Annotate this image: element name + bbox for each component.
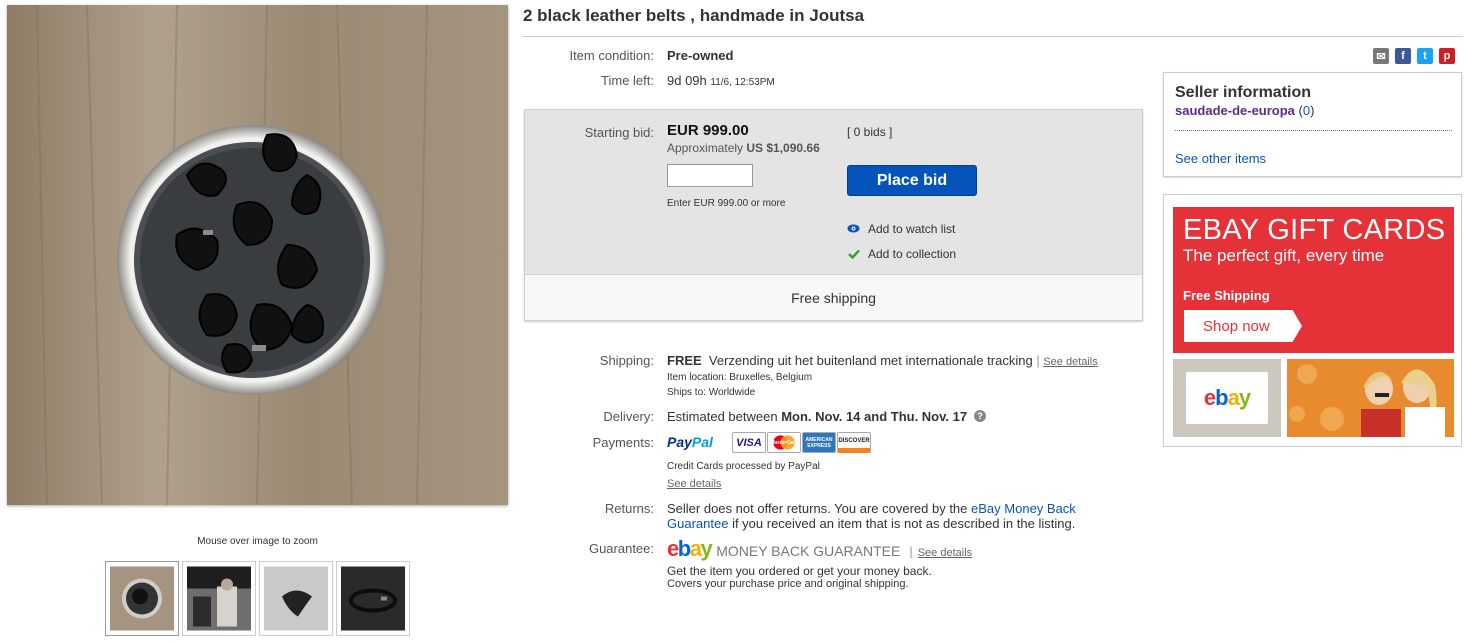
add-to-collection-link[interactable]: Add to collection (868, 247, 956, 261)
gift-card-ad[interactable]: EBAY GIFT CARDS The perfect gift, every … (1163, 194, 1462, 447)
mastercard-card-icon: MasterCard (767, 432, 801, 453)
ad-free-shipping: Free Shipping (1183, 288, 1270, 303)
add-to-watch-list-link[interactable]: Add to watch list (868, 222, 955, 236)
payments-see-details-link[interactable]: See details (667, 478, 721, 490)
approx-prefix: Approximately (667, 141, 744, 155)
paypal-pal: Pal (691, 434, 713, 450)
money-back-link-a[interactable]: eBay Money Back (971, 501, 1076, 516)
email-icon[interactable]: ✉ (1373, 48, 1389, 64)
ad-banner: EBAY GIFT CARDS The perfect gift, every … (1173, 207, 1454, 353)
pinterest-icon[interactable]: p (1439, 48, 1455, 64)
feedback-close: ) (1310, 103, 1315, 118)
guarantee-line-1: Get the item you ordered or get your mon… (667, 564, 932, 578)
ships-to: Ships to: Worldwide (667, 387, 756, 398)
paypal-logo: PayPal (667, 434, 713, 450)
friends-photo (1287, 359, 1454, 437)
shipping-label: Shipping: (599, 353, 654, 368)
end-time: 11/6, 12:53PM (710, 77, 775, 88)
time-left-label: Time left: (601, 73, 654, 88)
shipping-separator: | (1036, 353, 1040, 368)
zoom-hint: Mouse over image to zoom (197, 536, 318, 547)
bid-amount-input[interactable] (667, 164, 753, 187)
eye-icon (847, 224, 860, 233)
condition-value: Pre-owned (667, 48, 734, 63)
ad-headline: EBAY GIFT CARDS (1183, 214, 1446, 246)
delivery-label: Delivery: (603, 409, 654, 424)
thumbnail-2[interactable] (182, 561, 256, 636)
item-title: 2 black leather belts , handmade in Jout… (523, 6, 865, 25)
thumbnail-4[interactable] (336, 561, 410, 636)
mastercard-label: MasterCard (770, 439, 798, 446)
shipping-free: FREE (667, 353, 702, 368)
discover-card-icon: DISCOVER (837, 432, 871, 453)
help-icon[interactable]: ? (974, 410, 986, 422)
facebook-icon[interactable]: f (1395, 48, 1411, 64)
guarantee-separator: | (909, 544, 913, 559)
shipping-see-details-link[interactable]: See details (1043, 356, 1097, 368)
starting-bid-amount: EUR 999.00 (667, 122, 749, 139)
paypal-pay: Pay (667, 434, 692, 450)
bids-count-link[interactable]: [ 0 bids ] (847, 125, 892, 139)
visa-card-icon: VISA (732, 432, 766, 453)
time-left-value: 9d 09h (667, 73, 707, 88)
starting-bid-label: Starting bid: (584, 125, 654, 140)
condition-label: Item condition: (569, 48, 654, 63)
see-other-items-link[interactable]: See other items (1175, 151, 1266, 166)
thumbnail-3[interactable] (259, 561, 333, 636)
shipping-service: Verzending uit het buitenland met intern… (708, 353, 1033, 368)
title-divider (523, 36, 1463, 37)
shop-now-button[interactable]: Shop now (1184, 310, 1302, 342)
enter-bid-hint: Enter EUR 999.00 or more (667, 198, 786, 209)
delivery-prefix: Estimated between (667, 409, 778, 424)
payments-label: Payments: (592, 435, 654, 450)
ebay-logo: ebay (667, 536, 713, 561)
belts-in-glass-bowl-photo (7, 5, 508, 505)
thumbnail-1[interactable] (105, 561, 179, 636)
guarantee-see-details-link[interactable]: See details (918, 547, 972, 559)
free-shipping-bar: Free shipping (525, 274, 1142, 320)
twitter-icon[interactable]: t (1417, 48, 1433, 64)
seller-name-link[interactable]: saudade-de-europa (1175, 103, 1295, 118)
guarantee-label: Guarantee: (588, 541, 654, 556)
main-item-image[interactable] (7, 5, 508, 505)
gift-card-logo: ebay (1186, 372, 1268, 424)
gift-card-image: ebay (1173, 359, 1281, 437)
thumbnail-strip (105, 561, 410, 636)
item-location: Item location: Bruxelles, Belgium (667, 372, 813, 383)
money-back-guarantee-label: MONEY BACK GUARANTEE (716, 543, 901, 559)
money-back-link-b[interactable]: Guarantee (667, 516, 728, 531)
seller-info-title: Seller information (1175, 84, 1312, 101)
returns-label: Returns: (604, 501, 654, 516)
amex-card-icon: AMERICAN EXPRESS (802, 432, 836, 453)
check-icon (848, 249, 860, 259)
seller-info-box: Seller information saudade-de-europa (0)… (1163, 72, 1462, 177)
share-icons: ✉ f t p (1373, 48, 1455, 64)
credit-card-note: Credit Cards processed by PayPal (667, 461, 820, 472)
place-bid-button[interactable]: Place bid (847, 165, 977, 196)
ad-subhead: The perfect gift, every time (1183, 246, 1385, 265)
delivery-range: Mon. Nov. 14 and Thu. Nov. 17 (781, 409, 968, 424)
returns-text-b: if you received an item that is not as d… (732, 516, 1076, 531)
seller-divider (1175, 130, 1452, 131)
returns-text-a: Seller does not offer returns. You are c… (667, 501, 968, 516)
guarantee-line-2: Covers your purchase price and original … (667, 578, 909, 590)
approx-usd: US $1,090.66 (746, 141, 820, 155)
